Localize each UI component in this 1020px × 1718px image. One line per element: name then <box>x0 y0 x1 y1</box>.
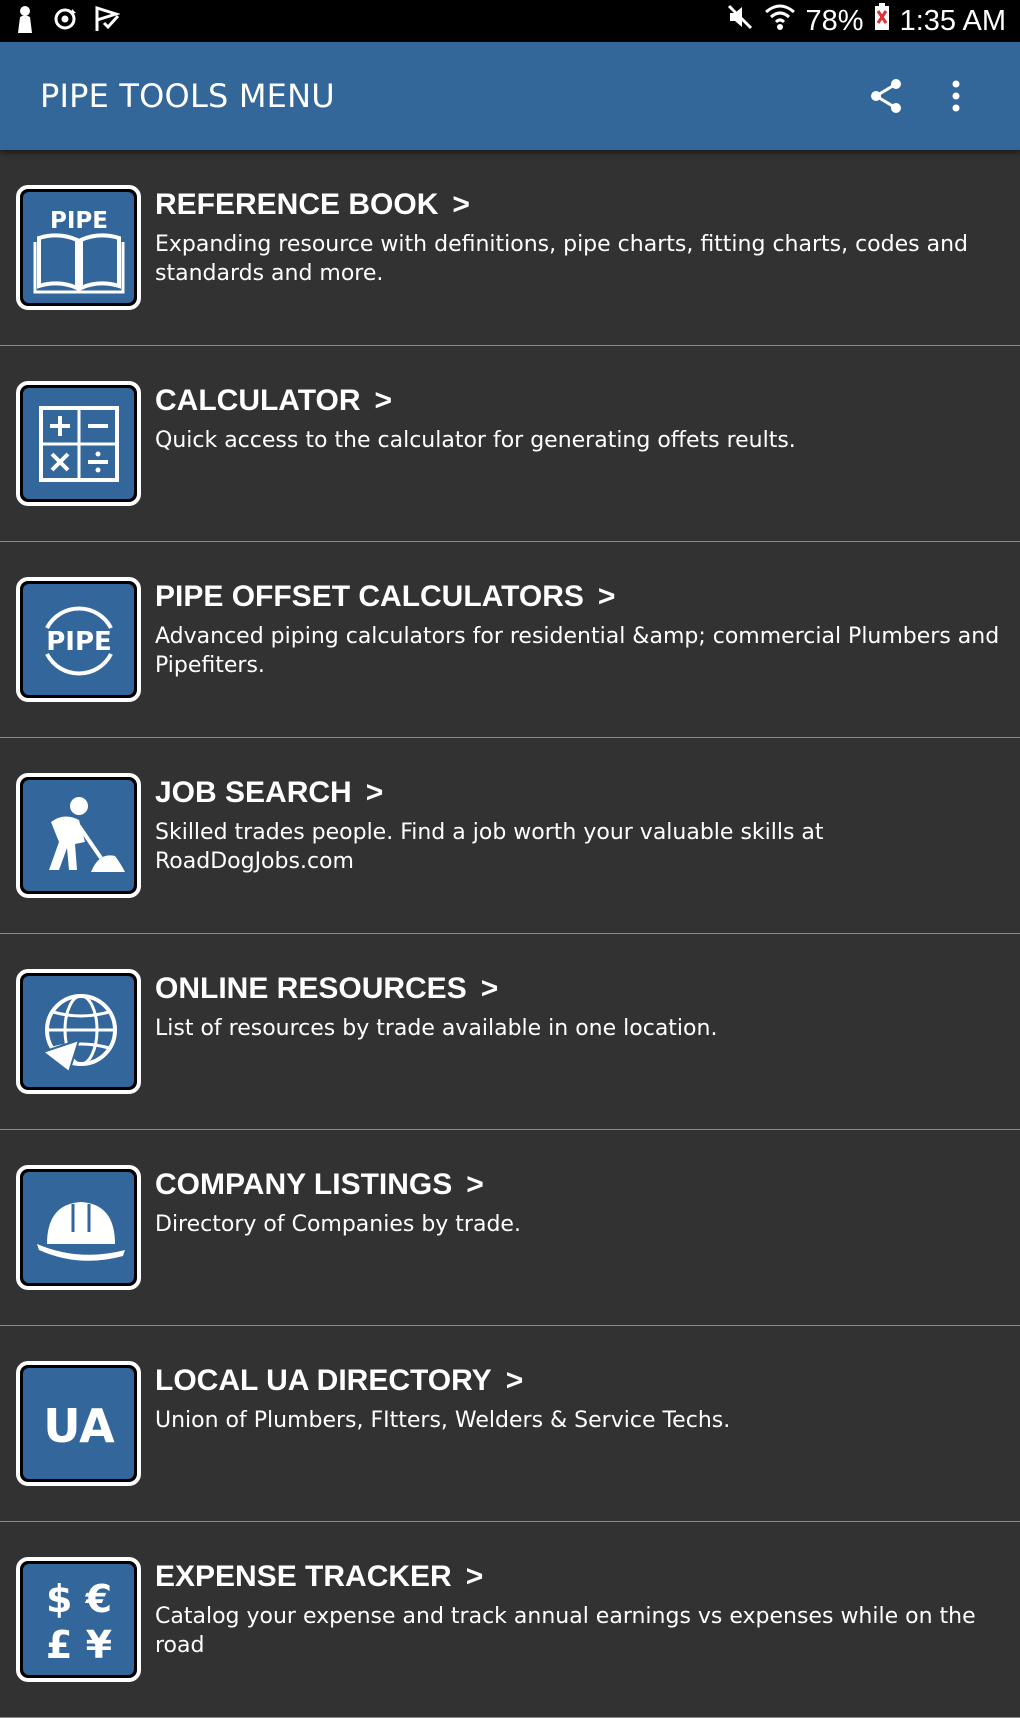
status-bar: 78% 1:35 AM <box>0 0 1020 42</box>
menu-item-icon-frame <box>16 773 141 898</box>
chevron-right-icon: > <box>466 1168 484 1201</box>
check-flag-icon <box>94 5 121 36</box>
share-button[interactable] <box>862 72 910 120</box>
menu-item-icon-frame: $ € £ ¥ <box>16 1557 141 1682</box>
menu-item-title: ONLINE RESOURCES > <box>155 972 499 1005</box>
share-icon <box>871 79 901 113</box>
ua-logo-icon: UA <box>23 1368 134 1479</box>
menu-item-icon-frame <box>16 969 141 1094</box>
menu-item-title: EXPENSE TRACKER > <box>155 1560 484 1593</box>
status-left <box>14 0 121 42</box>
more-vert-icon <box>952 80 960 112</box>
sync-icon <box>52 6 78 36</box>
currency-icon: $ € £ ¥ <box>23 1564 134 1675</box>
menu-item-company-listings[interactable]: COMPANY LISTINGS > Directory of Companies… <box>0 1130 1020 1326</box>
pipe-circle-icon: PIPE <box>23 584 134 695</box>
menu-item-reference-book[interactable]: PIPE REFERENCE BOOK > Expanding resource … <box>0 150 1020 346</box>
app-bar: PIPE TOOLS MENU <box>0 42 1020 150</box>
menu-item-description: Skilled trades people. Find a job worth … <box>155 820 824 874</box>
globe-icon <box>23 976 134 1087</box>
more-options-button[interactable] <box>938 72 974 120</box>
menu-item-pipe-offset-calculators[interactable]: PIPE PIPE OFFSET CALCULATORS > Advanced p… <box>0 542 1020 738</box>
clock: 1:35 AM <box>899 4 1006 37</box>
menu-item-online-resources[interactable]: ONLINE RESOURCES > List of resources by t… <box>0 934 1020 1130</box>
icon-label: PIPE <box>50 208 108 234</box>
icon-label: $ € <box>45 1577 111 1621</box>
pipe-book-icon: PIPE <box>23 192 134 303</box>
battery-percent: 78% <box>805 4 864 37</box>
person-icon <box>14 5 36 37</box>
menu-item-description: Catalog your expense and track annual ea… <box>155 1604 976 1658</box>
menu-list: PIPE REFERENCE BOOK > Expanding resource … <box>0 150 1020 1718</box>
chevron-right-icon: > <box>465 1560 484 1593</box>
menu-item-icon-frame: PIPE <box>16 185 141 310</box>
menu-item-title: COMPANY LISTINGS > <box>155 1168 484 1201</box>
mute-icon <box>726 3 754 39</box>
chevron-right-icon: > <box>597 580 616 613</box>
menu-item-local-ua-directory[interactable]: UA LOCAL UA DIRECTORY > Union of Plumbers… <box>0 1326 1020 1522</box>
menu-item-title: REFERENCE BOOK > <box>155 188 470 221</box>
menu-item-title: PIPE OFFSET CALCULATORS > <box>155 580 616 613</box>
menu-item-expense-tracker[interactable]: $ € £ ¥ EXPENSE TRACKER > Catalog your ex… <box>0 1522 1020 1718</box>
menu-item-description: Quick access to the calculator for gener… <box>155 428 796 453</box>
hard-hat-icon <box>23 1172 134 1283</box>
menu-item-job-search[interactable]: JOB SEARCH > Skilled trades people. Find … <box>0 738 1020 934</box>
wifi-icon <box>764 2 796 40</box>
battery-icon <box>874 3 890 39</box>
worker-shovel-icon <box>23 780 134 891</box>
menu-item-icon-frame <box>16 1165 141 1290</box>
menu-item-description: List of resources by trade available in … <box>155 1016 718 1041</box>
status-right: 78% 1:35 AM <box>726 0 1006 42</box>
menu-item-icon-frame: UA <box>16 1361 141 1486</box>
menu-item-icon-frame <box>16 381 141 506</box>
chevron-right-icon: > <box>480 972 499 1005</box>
menu-item-title: JOB SEARCH > <box>155 776 384 809</box>
menu-item-description: Union of Plumbers, FItters, Welders & Se… <box>155 1408 731 1433</box>
menu-item-title: CALCULATOR > <box>155 384 393 417</box>
chevron-right-icon: > <box>374 384 393 417</box>
menu-item-icon-frame: PIPE <box>16 577 141 702</box>
page-title: PIPE TOOLS MENU <box>40 77 335 115</box>
icon-label: UA <box>43 1399 115 1453</box>
calculator-icon <box>23 388 134 499</box>
menu-item-description: Directory of Companies by trade. <box>155 1212 521 1237</box>
menu-item-calculator[interactable]: CALCULATOR > Quick access to the calculat… <box>0 346 1020 542</box>
svg-text:£ ¥: £ ¥ <box>45 1623 111 1667</box>
chevron-right-icon: > <box>505 1364 524 1397</box>
menu-item-description: Expanding resource with definitions, pip… <box>155 232 968 286</box>
menu-item-title: LOCAL UA DIRECTORY > <box>155 1364 524 1397</box>
menu-item-description: Advanced piping calculators for resident… <box>155 624 1000 678</box>
chevron-right-icon: > <box>452 188 470 221</box>
icon-label: PIPE <box>46 627 112 657</box>
chevron-right-icon: > <box>365 776 384 809</box>
